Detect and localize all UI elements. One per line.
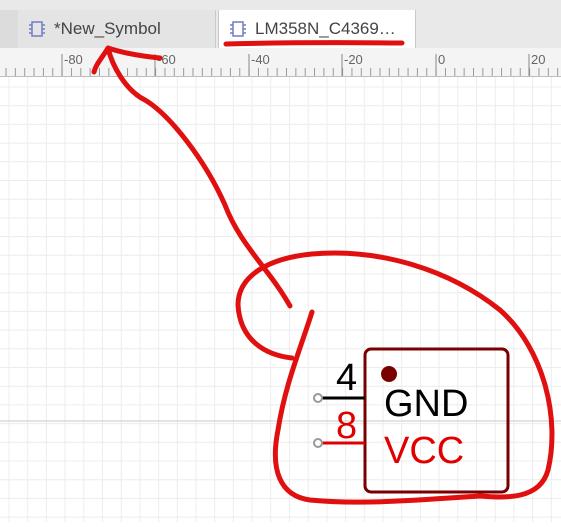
ruler-label: -80 bbox=[64, 52, 83, 67]
ruler-ticks: -80 -60 -40 -20 0 20 bbox=[5, 52, 559, 76]
ruler-label: 20 bbox=[531, 52, 545, 67]
tab-label: *New_Symbol bbox=[54, 19, 161, 38]
tab-bar: *New_Symbol LM358N_C4369… bbox=[0, 0, 561, 49]
tab-new-symbol[interactable]: *New_Symbol bbox=[18, 10, 216, 48]
drawing-canvas[interactable] bbox=[0, 77, 561, 522]
ruler-label: -60 bbox=[157, 52, 176, 67]
ruler-label: -40 bbox=[251, 52, 270, 67]
canvas-grid bbox=[0, 77, 561, 522]
chip-icon bbox=[29, 21, 45, 37]
chip-icon bbox=[230, 21, 246, 37]
ruler-label: 0 bbox=[438, 52, 445, 67]
tab-lm358n[interactable]: LM358N_C4369… bbox=[218, 10, 416, 48]
horizontal-ruler: -80 -60 -40 -20 0 20 bbox=[0, 48, 561, 77]
tab-label: LM358N_C4369… bbox=[255, 19, 396, 38]
ruler-label: -20 bbox=[344, 52, 363, 67]
